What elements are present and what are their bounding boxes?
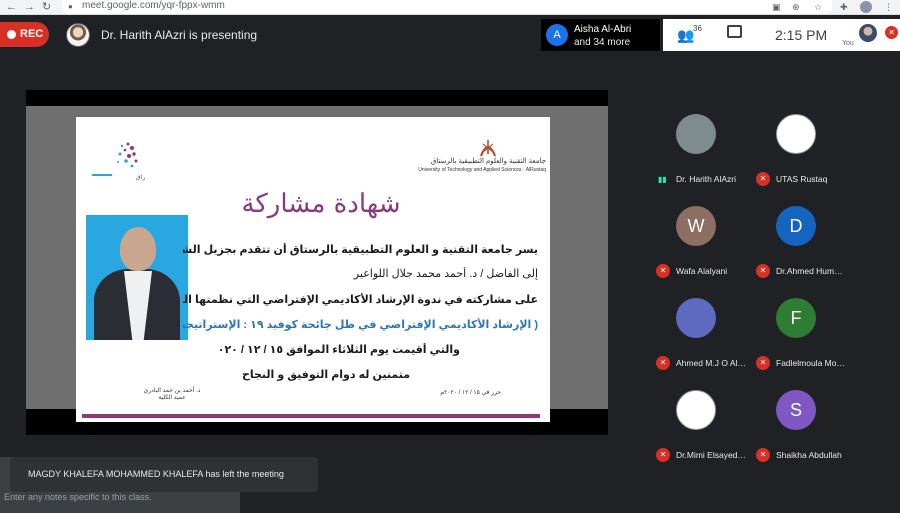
photo-head: [120, 227, 156, 271]
participant-name: UTAS Rustaq: [776, 174, 828, 184]
signer-title: عميد الكلية: [158, 395, 186, 401]
certificate-title: شهادة مشاركة: [241, 189, 401, 219]
browser-toolbar: ← → ↻ ● meet.google.com/yqr-fppx-wmm ▣ ⊕…: [0, 0, 900, 15]
avatar: S: [776, 390, 816, 430]
event-logo-icon: راق: [92, 142, 145, 181]
svg-text:راق: راق: [136, 174, 145, 181]
address-bar[interactable]: ● meet.google.com/yqr-fppx-wmm: [62, 0, 832, 14]
presenter-text: Dr. Harith AlAzri is presenting: [101, 28, 258, 42]
participant-name: Dr.Mimi Elsayed Ah...: [676, 450, 746, 460]
certificate-line: متمنين له دوام التوفيق و النجاح: [241, 369, 410, 381]
profile-avatar[interactable]: [860, 1, 872, 13]
mic-off-icon: ✕: [656, 264, 670, 278]
mic-off-icon: ✕: [756, 448, 770, 462]
participant-tile[interactable]: ▮▮ Dr. Harith AlAzri: [650, 104, 747, 190]
participant-tile[interactable]: ✕ UTAS Rustaq: [750, 104, 847, 190]
certificate-line: ( الإرشاد الأكاديمي الإفتراضي في ظل جائح…: [183, 319, 538, 331]
certificate-date: حرر في ١٥ / ١٢ / ٢٠٢٠م: [440, 390, 501, 396]
participant-tile[interactable]: F ✕ Fadlelmoula Moha...: [750, 288, 847, 374]
notes-input[interactable]: Enter any notes specific to this class.: [4, 492, 152, 502]
certificate-line: يسر جامعة التقنية و العلوم التطبيقية بال…: [183, 244, 538, 256]
certificate: راق جامعة التقنية والعلوم التطبيقية بالر…: [76, 117, 550, 422]
participant-more: and 34 more: [574, 37, 631, 48]
left-meeting-toast: MAGDY KHALEFA MOHAMMED KHALEFA has left …: [10, 457, 318, 492]
university-name-ar: جامعة التقنية والعلوم التطبيقية بالرستاق: [430, 158, 546, 165]
mic-off-icon: ✕: [756, 172, 770, 186]
forward-arrow-icon[interactable]: →: [24, 0, 35, 14]
record-dot-icon: [7, 30, 16, 39]
meeting-controls: 👥 36 2:15 PM: [663, 19, 841, 51]
mic-off-icon[interactable]: ✕: [885, 26, 898, 39]
url-text: meet.google.com/yqr-fppx-wmm: [82, 0, 225, 11]
active-participants-box[interactable]: A Aisha Al-Abri and 34 more: [541, 19, 660, 51]
participant-tile[interactable]: D ✕ Dr.Ahmed Humaid ...: [750, 196, 847, 282]
rec-label: REC: [20, 28, 44, 40]
lock-icon: ●: [68, 2, 73, 11]
certificate-line: على مشاركته في ندوة الإرشاد الأكاديمي ال…: [183, 294, 538, 306]
certificate-line: والتي أقيمت يوم الثلاثاء الموافق ١٥ / ١٢…: [220, 344, 460, 356]
speaking-icon: ▮▮: [658, 175, 667, 184]
self-label: You: [842, 40, 854, 47]
signature-block: د. أحمد بن حمد البادري عميد الكلية: [136, 387, 208, 401]
presentation-stage: راق جامعة التقنية والعلوم التطبيقية بالر…: [26, 90, 608, 435]
presenter-avatar: [66, 23, 90, 47]
mic-off-icon: ✕: [656, 448, 670, 462]
mic-off-icon: ✕: [756, 264, 770, 278]
participant-tile[interactable]: ✕ Ahmed M.J O Al Faw...: [650, 288, 747, 374]
signer-name: د. أحمد بن حمد البادري: [143, 388, 201, 394]
recording-badge: REC: [0, 22, 49, 47]
zoom-icon[interactable]: ⊕: [792, 1, 800, 13]
menu-icon[interactable]: ⋮: [884, 1, 893, 13]
avatar: D: [776, 206, 816, 246]
avatar: F: [776, 298, 816, 338]
extension-icon[interactable]: ✚: [840, 1, 848, 13]
star-icon[interactable]: ☆: [814, 1, 822, 13]
clock: 2:15 PM: [775, 27, 828, 43]
participant-name: Shaikha Abdullah: [776, 450, 842, 460]
certificate-footer-bar: [82, 414, 540, 418]
people-icon[interactable]: 👥: [677, 27, 694, 44]
recipient-photo: [86, 215, 188, 340]
participant-name: Fadlelmoula Moha...: [776, 358, 846, 368]
reload-icon[interactable]: ↻: [42, 0, 51, 14]
avatar: [676, 298, 716, 338]
self-tile[interactable]: You ✕: [841, 19, 900, 51]
participant-name: Ahmed M.J O Al Faw...: [676, 358, 746, 368]
chat-icon[interactable]: [727, 25, 742, 38]
avatar: A: [546, 24, 568, 46]
avatar: [676, 114, 716, 154]
back-arrow-icon[interactable]: ←: [6, 0, 17, 14]
mic-off-icon: ✕: [656, 356, 670, 370]
participant-name: Aisha Al-Abri: [574, 24, 632, 35]
avatar: [676, 390, 716, 430]
people-count: 36: [693, 24, 702, 33]
university-name-en: University of Technology and Applied Sci…: [418, 167, 546, 173]
participant-tile[interactable]: ✕ Dr.Mimi Elsayed Ah...: [650, 380, 747, 466]
avatar: [859, 24, 877, 42]
mic-off-icon: ✕: [756, 356, 770, 370]
avatar: [776, 114, 816, 154]
avatar: W: [676, 206, 716, 246]
camera-icon[interactable]: ▣: [772, 1, 781, 13]
certificate-line: إلى الفاضل / د. أحمد محمد جلال اللواعير: [353, 268, 538, 280]
participant-tile[interactable]: S ✕ Shaikha Abdullah: [750, 380, 847, 466]
participant-name: Dr.Ahmed Humaid ...: [776, 266, 846, 276]
participant-name: Dr. Harith AlAzri: [676, 174, 736, 184]
participant-name: Wafa Alalyani: [676, 266, 728, 276]
participant-tile[interactable]: W ✕ Wafa Alalyani: [650, 196, 747, 282]
